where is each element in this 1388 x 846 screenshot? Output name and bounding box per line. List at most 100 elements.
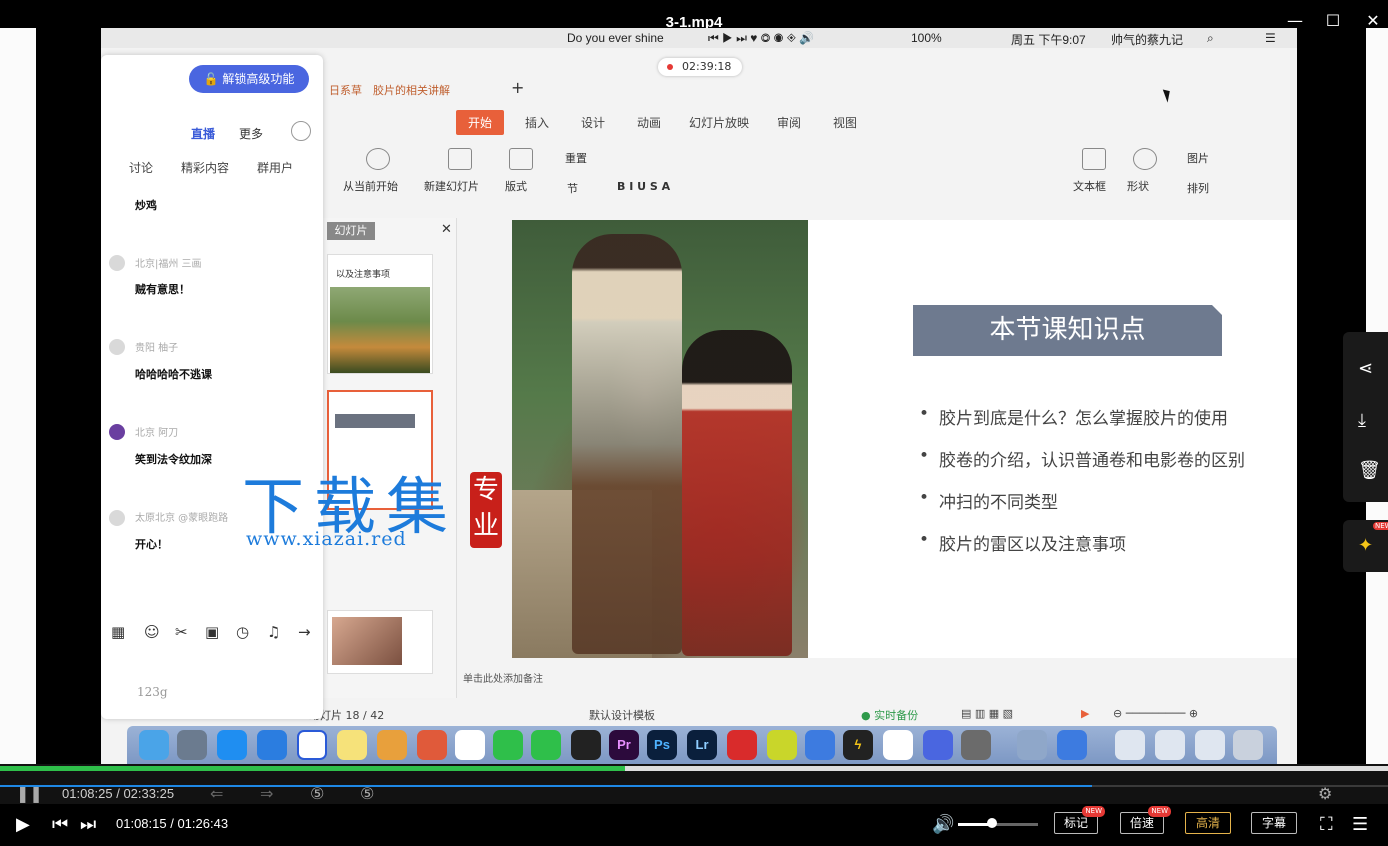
tab-live: 直播 [191, 127, 216, 141]
speed-button[interactable]: 倍速 NEW [1120, 806, 1171, 834]
new-badge: NEW [1373, 522, 1388, 530]
chat-input: 123g [137, 685, 168, 699]
chat-username: 北京|福州 三画 [135, 259, 202, 270]
recorded-current: 01:08:25 [62, 786, 113, 801]
mac-menu-bar: Do you ever shine ⏮ ▶ ⏭ ♥ ◎ ◉ ◈ 🔊 100% 周… [101, 28, 1297, 48]
menubar-datetime: 周五 下午9:07 [1011, 33, 1086, 47]
window-thumb-icon [1155, 730, 1185, 760]
tab-insert: 插入 [525, 116, 550, 130]
layout-label: 版式 [505, 180, 527, 193]
menu-list-icon: ☰ [1265, 31, 1276, 45]
bullet-item: 冲扫的不同类型 [919, 488, 1297, 530]
finder-icon [139, 730, 169, 760]
video-player-window: 3-1.mp4 — ☐ ✕ Do you ever shine ⏮ ▶ ⏭ ♥ … [0, 0, 1388, 846]
playback-time: 01:08:15 / 01:26:43 [116, 816, 229, 831]
scissors-icon: ✂ [175, 623, 188, 641]
unlock-label: 解锁高级功能 [222, 72, 295, 86]
bullet-item: 胶卷的介绍，认识普通卷和电影卷的区别 [919, 446, 1297, 488]
backup-label: 实时备份 [874, 709, 919, 722]
chat-message: 贼有意思！ [135, 283, 190, 296]
tab-discussion: 讨论 [129, 161, 154, 175]
total-time: 01:26:43 [177, 816, 229, 831]
thumb-image [330, 287, 430, 373]
video-frame[interactable]: Do you ever shine ⏮ ▶ ⏭ ♥ ◎ ◉ ◈ 🔊 100% 周… [101, 28, 1297, 764]
template-name: 默认设计模板 [589, 709, 655, 722]
media-controls-icon: ⏮ ▶ ⏭ ♥ ◎ ◉ ◈ 🔊 [708, 31, 815, 45]
reset-label: 重置 [565, 152, 587, 165]
next-icon[interactable]: ⏭ [80, 814, 96, 835]
chrome-icon [417, 730, 447, 760]
subtitle-button[interactable]: 字幕 [1251, 812, 1297, 834]
watermark-url: www.xiazai.red [246, 528, 407, 550]
safari-icon [257, 730, 287, 760]
wps-doc-icon [1057, 730, 1087, 760]
textbox-icon [1082, 148, 1106, 170]
delete-icon[interactable]: 🗑 [1358, 460, 1381, 481]
current-time: 01:08:15 [116, 816, 167, 831]
quality-label: 高清 [1195, 816, 1220, 830]
add-tab-icon: + [511, 78, 525, 97]
shape-label: 形状 [1127, 180, 1149, 193]
recorded-player-bar: ❚❚ 01:08:25 / 02:33:25 ⇐ ⇒ ⑤ ⑤ ⚙ [0, 764, 1388, 804]
play-icon [366, 148, 390, 170]
slide-photo [512, 220, 808, 658]
volume-icon[interactable]: 🔊 [932, 814, 954, 835]
tab-slideshow: 幻灯片放映 [689, 116, 750, 130]
picture-label: 图片 [1187, 152, 1209, 165]
window-thumb-icon [1195, 730, 1225, 760]
download-icon[interactable]: ⤓ [1358, 410, 1366, 431]
avatar [109, 339, 125, 355]
thumb-caption: 以及注意事项 [336, 270, 391, 280]
pin-button[interactable]: NEW ✦ [1343, 520, 1388, 572]
wechat-icon [531, 730, 561, 760]
new-badge: NEW [1148, 806, 1171, 817]
arrow-right-icon: → [298, 623, 311, 641]
bell-icon: ♫ [267, 623, 281, 641]
quality-button[interactable]: 高清 [1185, 812, 1231, 834]
avatar [109, 255, 125, 271]
pin-icon: ✦ [1358, 535, 1374, 556]
bullet-item: 胶片到底是什么？怎么掌握胶片的使用 [919, 404, 1297, 446]
bolt-app-icon: ϟ [843, 730, 873, 760]
quicktime-icon [923, 730, 953, 760]
maximize-icon[interactable]: ☐ [1322, 10, 1344, 32]
player-progress-fill [0, 785, 1093, 787]
tab-home: 开始 [456, 110, 505, 135]
chat-username: 北京 阿刀 [135, 428, 179, 439]
new-badge: NEW [1082, 806, 1105, 817]
fullscreen-icon[interactable]: ⛶ [1320, 814, 1333, 835]
close-pane-icon: ✕ [441, 222, 452, 237]
tab-more: 更多 [239, 127, 264, 141]
watermark-seal: 专业 [470, 472, 502, 548]
wps-icon [805, 730, 835, 760]
mark-label: 标记 [1063, 816, 1088, 830]
backup-status: ● 实时备份 [861, 709, 919, 722]
baidu-netdisk-icon [455, 730, 485, 760]
avatar [109, 424, 125, 440]
player-control-bar: ▶ ⏮ ⏭ 01:08:15 / 01:26:43 🔊 标记 NEW 倍速 NEW … [0, 804, 1388, 846]
volume-knob[interactable] [986, 818, 997, 828]
ppt-ribbon-tabs: 开始 插入 设计 动画 幻灯片放映 审阅 视图 [321, 108, 1297, 135]
photoshop-icon: Ps [647, 730, 677, 760]
play-icon[interactable]: ▶ [16, 814, 30, 835]
mac-dock: Pr Ps Lr ϟ [127, 726, 1277, 764]
settings-icon [291, 121, 311, 141]
mark-button[interactable]: 标记 NEW [1054, 806, 1105, 834]
now-playing-song: Do you ever shine [567, 31, 664, 45]
current-slide: 本节课知识点 胶片到底是什么？怎么掌握胶片的使用 胶卷的介绍，认识普通卷和电影卷… [512, 220, 1297, 658]
tab-group-users: 群用户 [257, 161, 294, 175]
bullet-item: 胶片的雷区以及注意事项 [919, 530, 1297, 572]
new-slide-icon [448, 148, 472, 170]
emoji-icon: ☺ [144, 623, 160, 641]
previous-icon[interactable]: ⏮ [52, 814, 68, 835]
tab-highlights: 精彩内容 [181, 161, 230, 175]
share-icon[interactable]: ⋖ [1358, 358, 1373, 379]
layout-icon [509, 148, 533, 170]
slide-bullet-list: 胶片到底是什么？怎么掌握胶片的使用 胶卷的介绍，认识普通卷和电影卷的区别 冲扫的… [919, 404, 1297, 572]
recorded-progress-fill [0, 766, 625, 771]
ppt-toolbar: 从当前开始 新建幻灯片 版式 重置 节 B I U S A 文本框 形状 图片 … [321, 138, 1297, 208]
spotlight-icon: ⌕ [1207, 31, 1214, 45]
chat-message: 哈哈哈哈不逃课 [135, 368, 212, 381]
launchpad-icon [177, 730, 207, 760]
playlist-icon[interactable]: ☰ [1352, 814, 1368, 835]
